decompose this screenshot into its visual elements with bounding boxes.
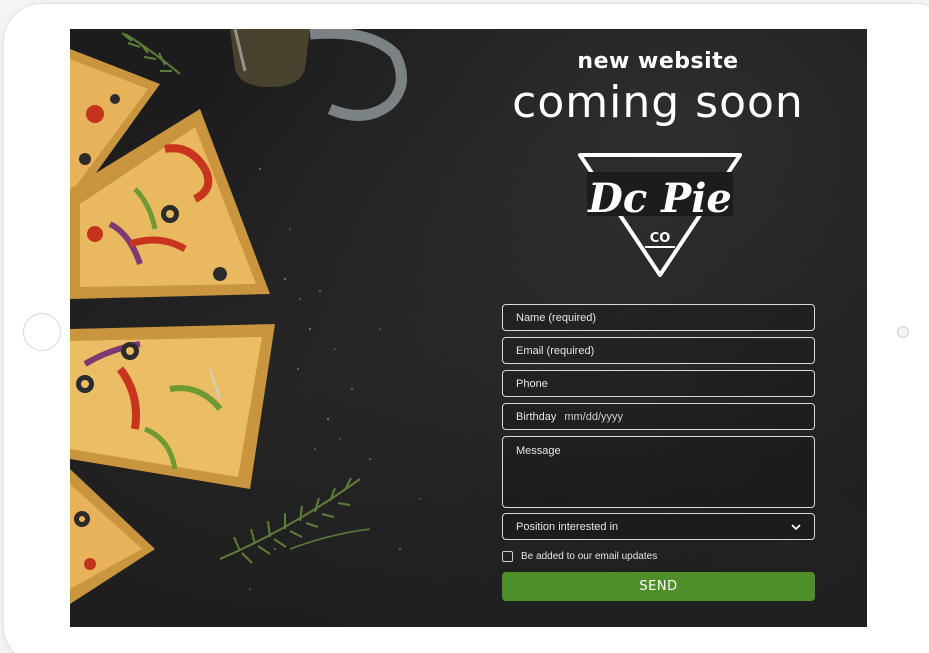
email-input[interactable]: Email (required): [502, 337, 815, 364]
name-input[interactable]: Name (required): [502, 304, 815, 331]
camera-icon: [897, 326, 909, 338]
message-placeholder: Message: [516, 445, 561, 457]
birthday-label: Birthday: [516, 410, 557, 423]
home-button[interactable]: [23, 313, 61, 351]
dc-pie-logo: Dc Pie CO: [578, 153, 742, 277]
chevron-down-icon: [791, 524, 801, 530]
send-button[interactable]: SEND: [502, 572, 815, 601]
email-placeholder: Email (required): [516, 344, 595, 357]
position-select-label: Position interested in: [516, 520, 619, 533]
logo-co: CO: [650, 231, 671, 246]
email-updates-row: Be added to our email updates: [502, 546, 815, 566]
screen: new website coming soon Dc Pie CO Name (…: [70, 29, 867, 627]
signup-form: Name (required) Email (required) Phone B…: [502, 304, 815, 601]
email-updates-checkbox[interactable]: [502, 550, 513, 562]
phone-input[interactable]: Phone: [502, 370, 815, 397]
position-select[interactable]: Position interested in: [502, 513, 815, 540]
birthday-input[interactable]: Birthday mm/dd/yyyy: [502, 403, 815, 430]
logo-text: Dc Pie: [587, 175, 732, 222]
phone-placeholder: Phone: [516, 377, 548, 390]
birthday-format: mm/dd/yyyy: [564, 410, 624, 423]
headline-coming-soon: coming soon: [512, 77, 804, 128]
email-updates-label: Be added to our email updates: [521, 550, 658, 562]
message-textarea[interactable]: Message: [502, 436, 815, 508]
headline-new-website: new website: [577, 49, 739, 74]
name-placeholder: Name (required): [516, 311, 597, 324]
